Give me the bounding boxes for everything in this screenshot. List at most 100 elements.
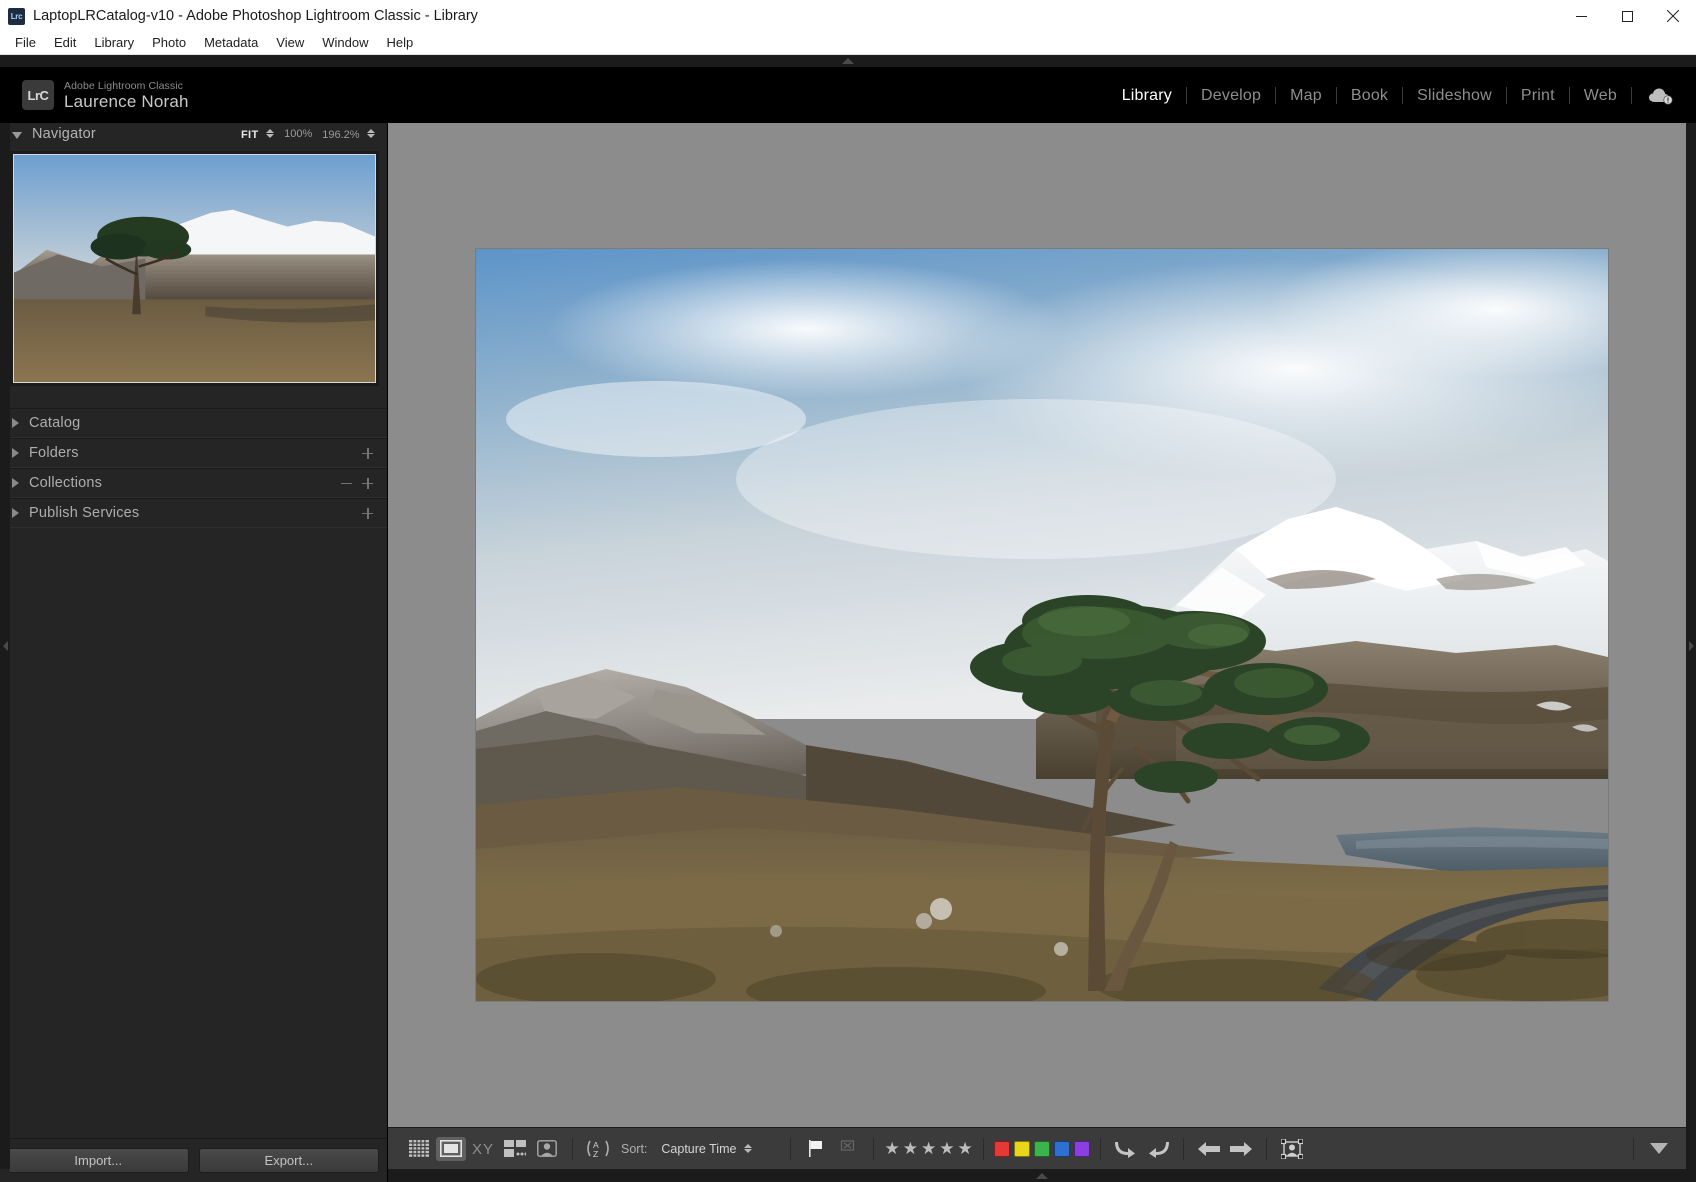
add-publish-service-icon[interactable] bbox=[362, 508, 373, 519]
zoom-custom-control[interactable]: 196.2% bbox=[322, 125, 375, 143]
color-label-green[interactable] bbox=[1034, 1141, 1050, 1157]
loupe-view-canvas[interactable] bbox=[388, 123, 1696, 1127]
chevron-right-icon bbox=[12, 478, 19, 488]
chevron-right-icon bbox=[12, 448, 19, 458]
section-label: Folders bbox=[29, 445, 79, 461]
chevron-right-icon bbox=[12, 508, 19, 518]
add-folder-icon[interactable] bbox=[362, 448, 373, 459]
navigator-zoom-controls: FIT 100% 196.2% bbox=[241, 125, 387, 143]
sort-az-icon[interactable]: A Z bbox=[583, 1137, 613, 1161]
zoom-100-control[interactable]: 100% bbox=[284, 128, 312, 140]
photo-display[interactable] bbox=[476, 249, 1608, 1001]
section-label: Collections bbox=[29, 475, 102, 491]
panel-section-publish-services[interactable]: Publish Services bbox=[0, 498, 387, 528]
menu-library[interactable]: Library bbox=[85, 33, 143, 53]
svg-text:Z: Z bbox=[593, 1149, 598, 1158]
color-label-purple[interactable] bbox=[1074, 1141, 1090, 1157]
app-icon: Lrc bbox=[8, 8, 25, 25]
chevron-right-icon bbox=[12, 418, 19, 428]
compare-view-icon[interactable]: X Y bbox=[468, 1137, 498, 1161]
flag-group bbox=[791, 1137, 873, 1161]
toolbar-options-group bbox=[1634, 1137, 1690, 1161]
chevron-down-icon bbox=[12, 132, 22, 139]
import-button[interactable]: Import... bbox=[8, 1148, 189, 1173]
module-web[interactable]: Web bbox=[1570, 87, 1631, 105]
rating-group: ★ ★ ★ ★ ★ bbox=[874, 1140, 982, 1157]
left-panel-collapse-handle[interactable] bbox=[0, 123, 10, 1169]
module-slideshow[interactable]: Slideshow bbox=[1403, 87, 1506, 105]
module-picker-bar: LrC Adobe Lightroom Classic Laurence Nor… bbox=[0, 68, 1696, 123]
chevron-right-icon bbox=[1689, 641, 1694, 651]
loupe-view-icon[interactable] bbox=[436, 1137, 466, 1161]
navigator-title: Navigator bbox=[32, 126, 96, 142]
zoom-fit-control[interactable]: FIT bbox=[241, 125, 274, 143]
panel-section-catalog[interactable]: Catalog bbox=[0, 408, 387, 438]
rotate-left-icon[interactable] bbox=[1111, 1137, 1141, 1161]
survey-view-icon[interactable] bbox=[500, 1137, 530, 1161]
sort-label: Sort: bbox=[621, 1142, 647, 1156]
navigator-preview[interactable] bbox=[10, 151, 379, 386]
color-label-blue[interactable] bbox=[1054, 1141, 1070, 1157]
window-title: LaptopLRCatalog-v10 - Adobe Photoshop Li… bbox=[33, 8, 478, 24]
panel-section-folders[interactable]: Folders bbox=[0, 438, 387, 468]
star-3[interactable]: ★ bbox=[921, 1140, 936, 1157]
menu-view[interactable]: View bbox=[267, 33, 313, 53]
star-1[interactable]: ★ bbox=[884, 1140, 899, 1157]
color-label-yellow[interactable] bbox=[1014, 1141, 1030, 1157]
svg-text:X: X bbox=[472, 1141, 482, 1157]
module-book[interactable]: Book bbox=[1337, 87, 1402, 105]
grid-view-icon[interactable] bbox=[404, 1137, 434, 1161]
menu-photo[interactable]: Photo bbox=[143, 33, 195, 53]
menu-edit[interactable]: Edit bbox=[45, 33, 85, 53]
right-panel-collapse-handle[interactable] bbox=[1686, 123, 1696, 1169]
chevron-down-icon[interactable] bbox=[1644, 1137, 1674, 1161]
remove-collection-icon[interactable] bbox=[341, 478, 352, 489]
flag-pick-icon[interactable] bbox=[801, 1137, 831, 1161]
add-collection-icon[interactable] bbox=[362, 478, 373, 489]
left-panel: Navigator FIT 100% 196.2% bbox=[0, 123, 388, 1182]
star-2[interactable]: ★ bbox=[903, 1140, 918, 1157]
view-mode-group: X Y bbox=[394, 1137, 572, 1161]
next-photo-icon[interactable] bbox=[1226, 1137, 1256, 1161]
window-controls bbox=[1558, 0, 1696, 32]
people-view-icon[interactable] bbox=[532, 1137, 562, 1161]
filmstrip-toggle[interactable] bbox=[388, 1169, 1696, 1182]
star-5[interactable]: ★ bbox=[957, 1140, 972, 1157]
menu-window[interactable]: Window bbox=[313, 33, 377, 53]
menu-help[interactable]: Help bbox=[378, 33, 423, 53]
workspace: Navigator FIT 100% 196.2% bbox=[0, 123, 1696, 1182]
navigator-header[interactable]: Navigator FIT 100% 196.2% bbox=[0, 123, 387, 145]
color-labels bbox=[994, 1141, 1090, 1157]
color-label-red[interactable] bbox=[994, 1141, 1010, 1157]
identity-plate[interactable]: LrC Adobe Lightroom Classic Laurence Nor… bbox=[22, 80, 189, 112]
cloud-sync-icon[interactable] bbox=[1632, 87, 1674, 105]
product-name: Adobe Lightroom Classic bbox=[64, 80, 189, 92]
flag-reject-icon[interactable] bbox=[833, 1137, 863, 1161]
sort-value[interactable]: Capture Time bbox=[661, 1142, 736, 1156]
module-library[interactable]: Library bbox=[1108, 87, 1186, 105]
menu-metadata[interactable]: Metadata bbox=[195, 33, 267, 53]
star-rating[interactable]: ★ ★ ★ ★ ★ bbox=[884, 1140, 972, 1157]
color-label-group bbox=[984, 1141, 1100, 1157]
stepper-icon bbox=[367, 129, 375, 138]
rotate-right-icon[interactable] bbox=[1143, 1137, 1173, 1161]
navigator-thumbnail bbox=[13, 154, 376, 383]
chevron-left-icon bbox=[3, 641, 8, 651]
module-map[interactable]: Map bbox=[1276, 87, 1336, 105]
menu-file[interactable]: File bbox=[6, 33, 45, 53]
star-4[interactable]: ★ bbox=[939, 1140, 954, 1157]
section-label: Publish Services bbox=[29, 505, 139, 521]
close-icon[interactable] bbox=[1650, 0, 1696, 32]
rotate-group bbox=[1101, 1137, 1183, 1161]
top-panel-toggle[interactable] bbox=[0, 55, 1696, 68]
face-detect-icon[interactable] bbox=[1277, 1137, 1307, 1161]
minimize-icon[interactable] bbox=[1558, 0, 1604, 32]
maximize-icon[interactable] bbox=[1604, 0, 1650, 32]
export-button[interactable]: Export... bbox=[199, 1148, 380, 1173]
user-name: Laurence Norah bbox=[64, 92, 189, 112]
chevron-updown-icon[interactable] bbox=[744, 1144, 752, 1153]
module-develop[interactable]: Develop bbox=[1187, 87, 1275, 105]
panel-section-collections[interactable]: Collections bbox=[0, 468, 387, 498]
module-print[interactable]: Print bbox=[1507, 87, 1569, 105]
previous-photo-icon[interactable] bbox=[1194, 1137, 1224, 1161]
